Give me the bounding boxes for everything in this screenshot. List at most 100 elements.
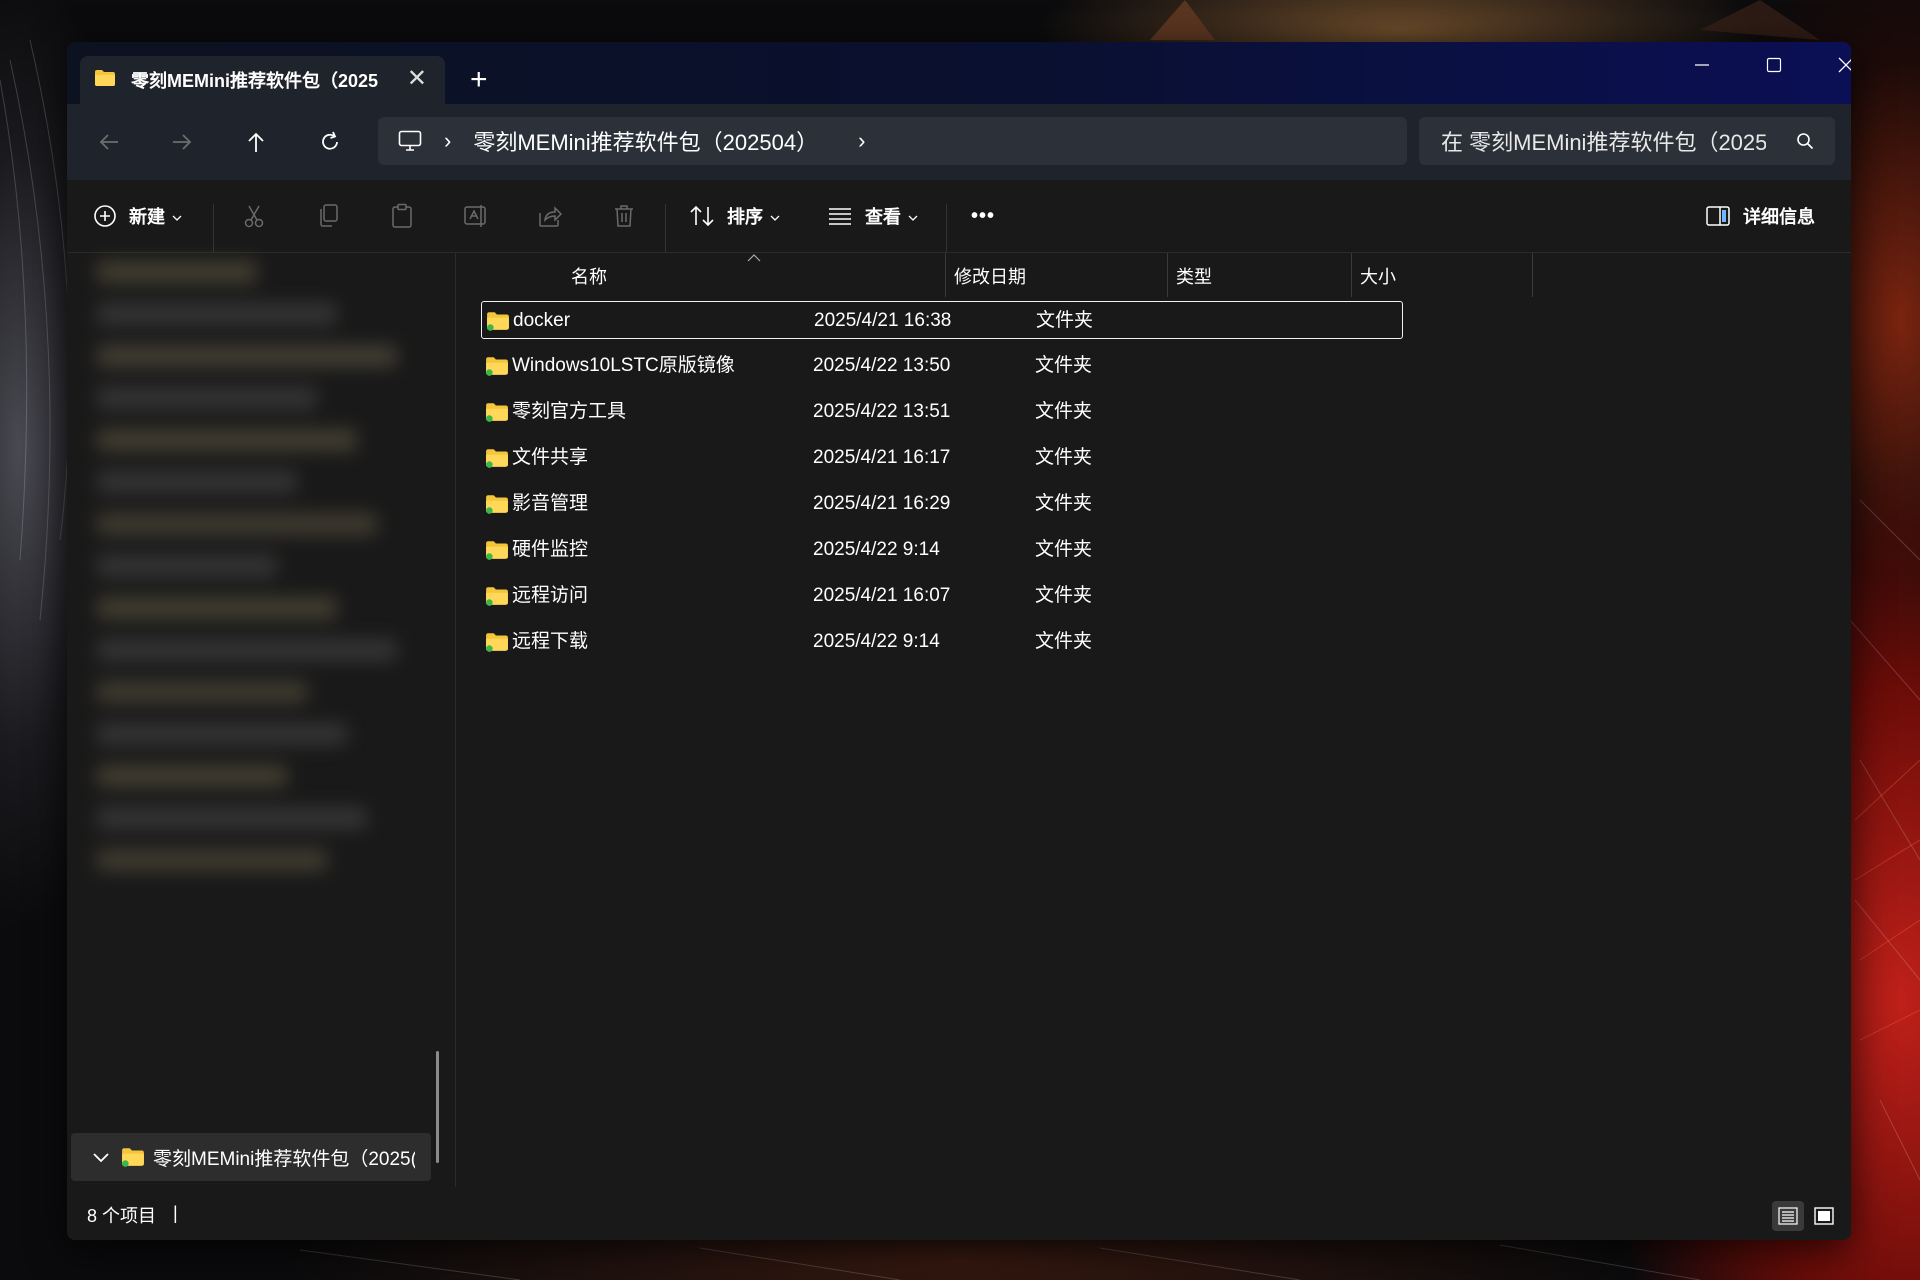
plus-icon[interactable]: + <box>470 64 488 96</box>
file-date: 2025/4/22 9:14 <box>813 539 940 560</box>
file-name: 硬件监控 <box>512 539 589 560</box>
details-pane-button[interactable]: 详细信息 <box>1705 196 1815 236</box>
chevron-down-icon[interactable] <box>93 1152 109 1162</box>
rename-icon[interactable] <box>460 200 492 232</box>
column-divider[interactable] <box>1532 253 1533 297</box>
window-close-icon[interactable] <box>1810 42 1851 88</box>
back-icon[interactable] <box>89 122 129 162</box>
breadcrumb-separator[interactable]: › <box>444 128 451 154</box>
chevron-down-icon <box>908 206 918 227</box>
file-name: 零刻官方工具 <box>512 401 627 422</box>
more-icon[interactable]: ••• <box>971 196 995 236</box>
forward-icon[interactable] <box>162 122 202 162</box>
delete-icon[interactable] <box>608 200 640 232</box>
status-separator: | <box>173 1203 178 1223</box>
toolbar-divider <box>665 204 666 252</box>
tiles-view-icon[interactable] <box>1808 1201 1840 1231</box>
folder-icon <box>485 356 509 381</box>
folder-icon <box>486 311 510 336</box>
folder-icon <box>121 1147 145 1167</box>
folder-icon <box>485 632 509 657</box>
sort-icon <box>689 204 715 228</box>
breadcrumb-current[interactable]: 零刻MEMini推荐软件包（202504） <box>473 125 818 157</box>
sort-button[interactable]: 排序 <box>689 196 780 236</box>
column-divider[interactable] <box>1167 253 1168 297</box>
folder-icon <box>485 540 509 565</box>
pane-divider[interactable] <box>455 253 456 1187</box>
search-input[interactable]: 在 零刻MEMini推荐软件包（2025( <box>1441 125 1766 157</box>
file-row[interactable]: 零刻官方工具 2025/4/22 13:51 文件夹 <box>481 393 1403 431</box>
tree-item-current-folder[interactable]: 零刻MEMini推荐软件包（2025( <box>71 1133 431 1181</box>
file-row[interactable]: 远程下载 2025/4/22 9:14 文件夹 <box>481 623 1403 661</box>
breadcrumb-trailing-separator[interactable]: › <box>858 128 865 154</box>
details-pane-icon <box>1705 205 1731 227</box>
search-box[interactable]: 在 零刻MEMini推荐软件包（2025( <box>1419 117 1835 165</box>
column-size[interactable]: 大小 <box>1360 253 1396 299</box>
view-button[interactable]: 查看 <box>827 196 918 236</box>
file-type: 文件夹 <box>1035 401 1093 422</box>
file-date: 2025/4/21 16:17 <box>813 447 951 468</box>
column-type[interactable]: 类型 <box>1176 253 1212 299</box>
file-row[interactable]: 硬件监控 2025/4/22 9:14 文件夹 <box>481 531 1403 569</box>
file-date: 2025/4/21 16:29 <box>813 493 951 514</box>
chevron-down-icon <box>770 206 780 227</box>
file-name: 远程下载 <box>512 631 589 652</box>
details-view-icon[interactable] <box>1772 1201 1804 1231</box>
folder-icon <box>485 586 509 611</box>
command-bar: 新建 排序 查看 ••• 详细信息 <box>67 180 1851 253</box>
file-date: 2025/4/22 13:51 <box>813 401 951 422</box>
file-date: 2025/4/21 16:07 <box>813 585 951 606</box>
folder-icon <box>485 494 509 519</box>
navigation-bar: › 零刻MEMini推荐软件包（202504） › 在 零刻MEMini推荐软件… <box>67 104 1851 180</box>
cut-icon[interactable] <box>238 200 270 232</box>
monitor-icon[interactable] <box>398 130 422 152</box>
file-row[interactable]: 远程访问 2025/4/21 16:07 文件夹 <box>481 577 1403 615</box>
maximize-icon[interactable] <box>1738 42 1810 88</box>
column-name[interactable]: 名称 <box>457 253 945 299</box>
column-divider[interactable] <box>1351 253 1352 297</box>
file-type: 文件夹 <box>1035 355 1093 376</box>
up-icon[interactable] <box>236 122 276 162</box>
copy-icon[interactable] <box>312 200 344 232</box>
tab-current-folder[interactable]: 零刻MEMini推荐软件包（2025 ✕ <box>80 56 445 104</box>
file-date: 2025/4/22 9:14 <box>813 631 940 652</box>
new-label: 新建 <box>129 207 165 227</box>
nav-scrollbar[interactable] <box>436 1051 439 1163</box>
close-icon[interactable]: ✕ <box>407 66 427 92</box>
new-icon <box>93 204 117 228</box>
address-bar[interactable]: › 零刻MEMini推荐软件包（202504） › <box>378 117 1407 165</box>
title-bar: 零刻MEMini推荐软件包（2025 ✕ + <box>67 42 1851 104</box>
new-button[interactable]: 新建 <box>93 196 182 236</box>
tree-item-label: 零刻MEMini推荐软件包（2025( <box>153 1148 415 1170</box>
search-icon[interactable] <box>1796 132 1814 150</box>
folder-icon <box>485 448 509 473</box>
share-icon[interactable] <box>534 200 566 232</box>
paste-icon[interactable] <box>386 200 418 232</box>
file-type: 文件夹 <box>1035 447 1093 468</box>
file-type: 文件夹 <box>1035 631 1093 652</box>
file-date: 2025/4/22 13:50 <box>813 355 951 376</box>
column-name-label: 名称 <box>571 267 607 287</box>
refresh-icon[interactable] <box>310 122 350 162</box>
minimize-icon[interactable] <box>1666 42 1738 88</box>
details-label: 详细信息 <box>1743 207 1815 227</box>
column-divider[interactable] <box>945 253 946 297</box>
view-label: 查看 <box>865 207 901 227</box>
folder-icon <box>485 402 509 427</box>
file-name: 文件共享 <box>512 447 589 468</box>
file-name: 影音管理 <box>512 493 589 514</box>
file-row[interactable]: 影音管理 2025/4/21 16:29 文件夹 <box>481 485 1403 523</box>
file-row[interactable]: Windows10LSTC原版镜像 2025/4/22 13:50 文件夹 <box>481 347 1403 385</box>
column-date[interactable]: 修改日期 <box>954 253 1026 299</box>
tab-title: 零刻MEMini推荐软件包（2025 <box>131 71 379 91</box>
file-type: 文件夹 <box>1035 539 1093 560</box>
file-date: 2025/4/21 16:38 <box>814 310 952 331</box>
file-type: 文件夹 <box>1035 493 1093 514</box>
blurred-nav-items <box>97 253 427 917</box>
view-icon <box>827 206 853 226</box>
file-row[interactable]: docker 2025/4/21 16:38 文件夹 <box>481 301 1403 339</box>
file-name: Windows10LSTC原版镜像 <box>512 355 735 376</box>
navigation-pane: 零刻MEMini推荐软件包（2025( docker <box>67 253 450 1217</box>
file-row[interactable]: 文件共享 2025/4/21 16:17 文件夹 <box>481 439 1403 477</box>
file-name: 远程访问 <box>512 585 589 606</box>
